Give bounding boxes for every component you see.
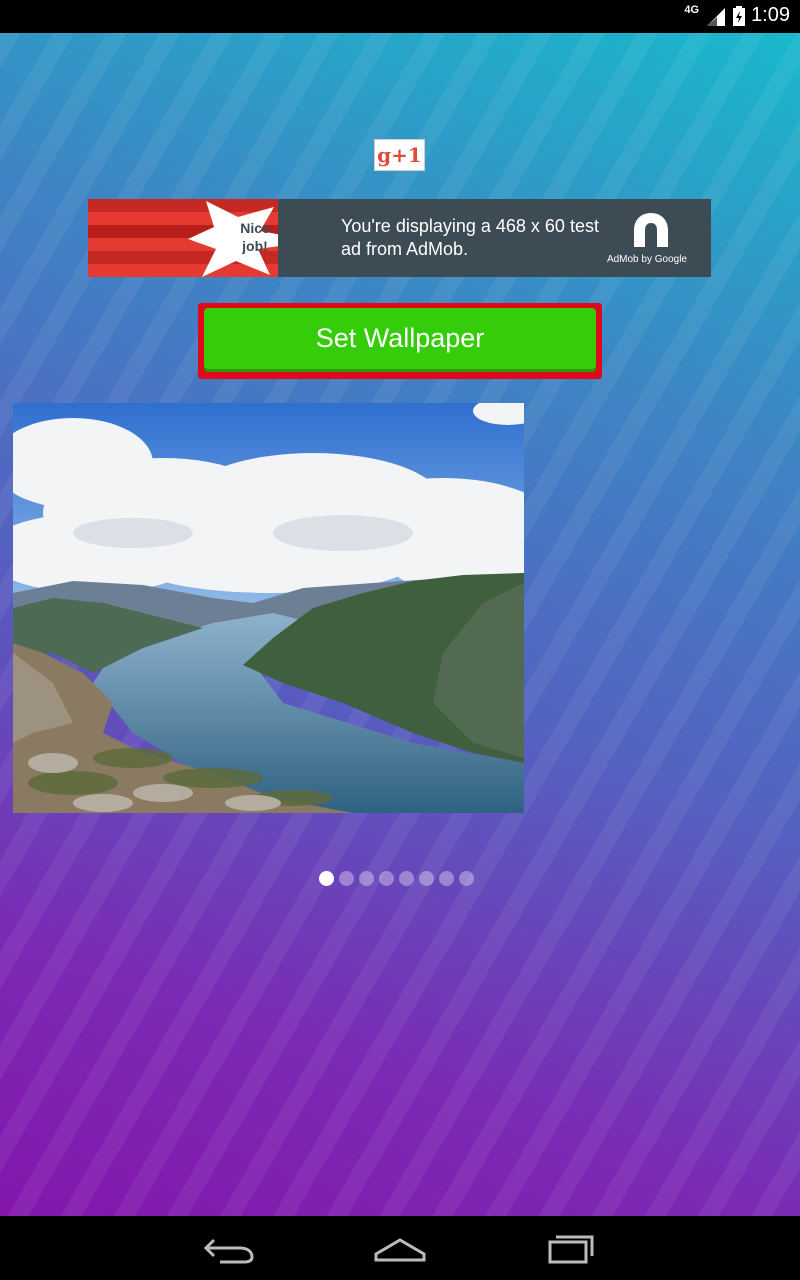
battery-icon xyxy=(733,5,746,26)
signal-icon xyxy=(707,7,726,26)
ad-message: You're displaying a 468 x 60 test ad fro… xyxy=(341,216,599,259)
status-bar: 4G 1:09 xyxy=(0,0,800,33)
page-indicator xyxy=(319,871,474,886)
clock: 1:09 xyxy=(751,4,790,26)
page-dot[interactable] xyxy=(339,871,354,886)
ad-badge-text: Nice job! xyxy=(240,220,270,254)
page-dot[interactable] xyxy=(419,871,434,886)
set-wallpaper-button[interactable]: Set Wallpaper xyxy=(204,308,596,369)
navigation-bar xyxy=(0,1216,800,1280)
google-plus-one-icon: g+1 xyxy=(377,143,422,167)
page-dot[interactable] xyxy=(399,871,414,886)
home-icon[interactable] xyxy=(370,1230,430,1266)
page-dot[interactable] xyxy=(379,871,394,886)
page-dot[interactable] xyxy=(359,871,374,886)
admob-brand-text: AdMob by Google xyxy=(606,254,687,265)
admob-logo-icon xyxy=(634,213,668,247)
wallpaper-preview-image[interactable] xyxy=(13,403,524,813)
admob-banner[interactable]: Nice job! You're displaying a 468 x 60 t… xyxy=(88,199,711,277)
page-dot[interactable] xyxy=(439,871,454,886)
back-icon[interactable] xyxy=(200,1230,260,1266)
fjord-landscape-image xyxy=(13,403,524,813)
page-dot-active[interactable] xyxy=(319,871,334,886)
google-plus-one-button[interactable]: g+1 xyxy=(374,139,425,171)
recents-icon[interactable] xyxy=(540,1230,600,1266)
status-icons: 4G 1:09 xyxy=(684,4,790,27)
page-dot[interactable] xyxy=(459,871,474,886)
network-type: 4G xyxy=(684,3,700,16)
set-wallpaper-frame: Set Wallpaper xyxy=(198,303,602,379)
main-content: g+1 Nice job! You're displaying a 468 x … xyxy=(0,33,800,1216)
